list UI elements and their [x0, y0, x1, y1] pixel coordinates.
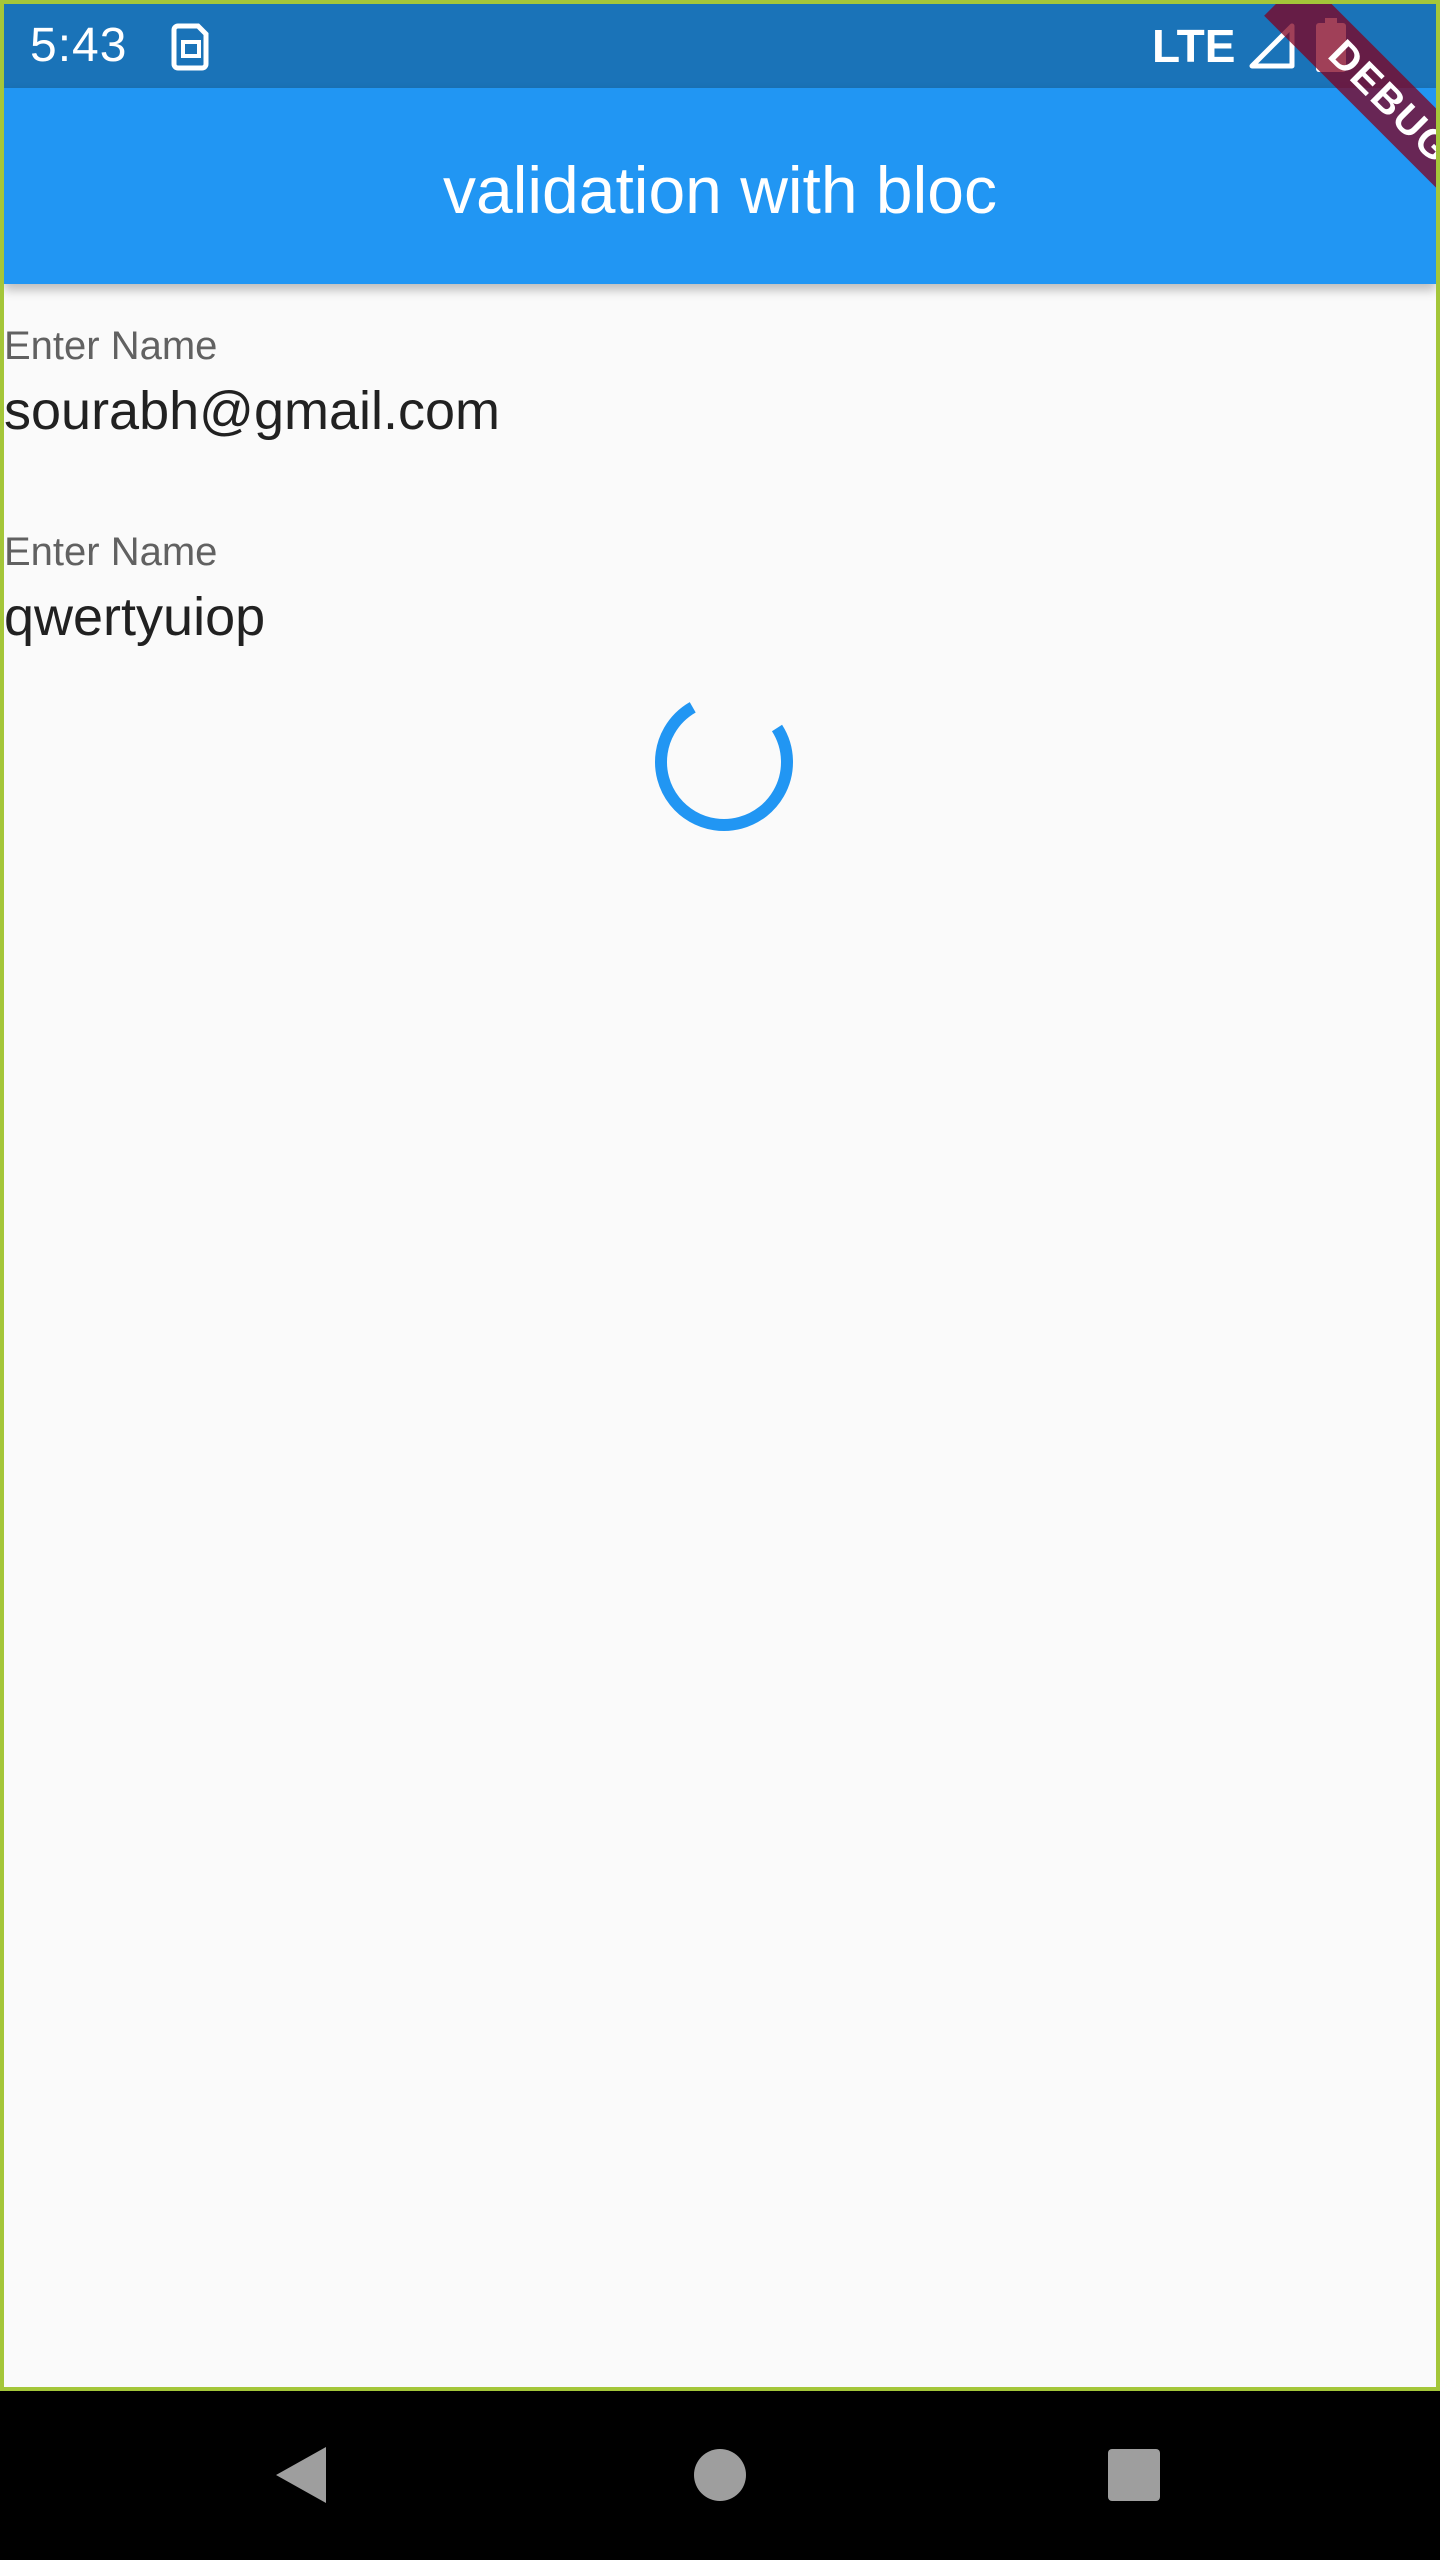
name-field-1[interactable]: Enter Name [4, 322, 1436, 452]
loading-spinner [655, 693, 793, 831]
home-icon[interactable] [680, 2435, 760, 2515]
back-icon[interactable] [262, 2435, 342, 2515]
status-bar: 5:43 LTE [4, 4, 1436, 88]
name-field-1-label: Enter Name [4, 324, 218, 368]
name-field-2[interactable]: Enter Name [4, 528, 1436, 658]
signal-icon [1249, 23, 1295, 69]
network-type: LTE [1152, 20, 1236, 72]
app-screen: 5:43 LTE validation with bloc DEBUG Ente… [0, 0, 1440, 2391]
battery-icon [1316, 18, 1346, 72]
name-field-2-input[interactable] [4, 584, 1384, 650]
name-field-2-label: Enter Name [4, 530, 218, 574]
app-bar: validation with bloc [4, 88, 1436, 284]
sim-card-icon [171, 23, 209, 71]
page-title: validation with bloc [443, 153, 997, 227]
navigation-bar [0, 2391, 1440, 2560]
recents-icon[interactable] [1094, 2435, 1174, 2515]
status-time: 5:43 [30, 19, 128, 72]
name-field-1-input[interactable] [4, 378, 1384, 444]
